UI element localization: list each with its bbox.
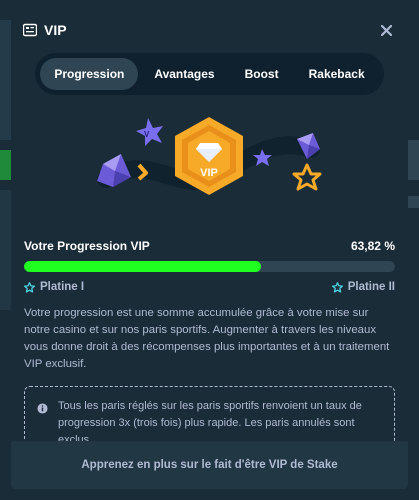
tabs-container: Progression Avantages Boost Rakeback [11,53,408,95]
progress-bar-fill [24,261,261,272]
modal-footer: Apprenez en plus sur le fait d'être VIP … [11,441,408,489]
level-labels: Platine I Platine II [24,281,395,293]
progress-percent: 63,82 % [350,239,395,253]
star-icon: V [136,118,163,146]
background-right-strip [408,0,419,500]
next-level-label: Platine II [347,281,395,293]
tab-boost[interactable]: Boost [231,58,293,90]
gem-icon [97,154,131,187]
modal-title: VIP [44,22,67,38]
vip-card-icon [23,23,37,37]
background-panel [408,196,419,208]
progress-section: Votre Progression VIP 63,82 % Platine I … [11,239,408,460]
background-panel [0,20,11,140]
current-level: Platine I [24,281,84,293]
star-icon [24,281,35,293]
modal-header: VIP [11,11,408,49]
vip-hero-illustration: V VIP [11,109,408,227]
progression-description: Votre progression est une somme accumulé… [24,307,390,370]
next-level: Platine II [331,281,395,293]
progress-bar [24,261,395,272]
close-button[interactable] [376,20,396,40]
close-icon [380,24,392,36]
background-panel [0,190,11,310]
star-outline-icon [292,163,322,191]
tab-progression[interactable]: Progression [40,58,139,90]
tab-bar: Progression Avantages Boost Rakeback [35,53,384,95]
progress-header: Votre Progression VIP 63,82 % [24,239,395,253]
badge-text: VIP [200,167,218,179]
vip-modal: VIP Progression Avantages Boost Rakeback [11,11,408,489]
background-panel [408,140,419,180]
background-panel-green [0,150,11,180]
star-icon [331,281,343,293]
current-level-label: Platine I [40,281,85,293]
learn-more-link[interactable]: Apprenez en plus sur le fait d'être VIP … [81,459,337,471]
background-left-strip [0,0,11,500]
tab-rakeback[interactable]: Rakeback [295,58,379,90]
progress-title: Votre Progression VIP [24,239,150,253]
svg-text:V: V [144,130,150,139]
tab-avantages[interactable]: Avantages [140,58,228,90]
